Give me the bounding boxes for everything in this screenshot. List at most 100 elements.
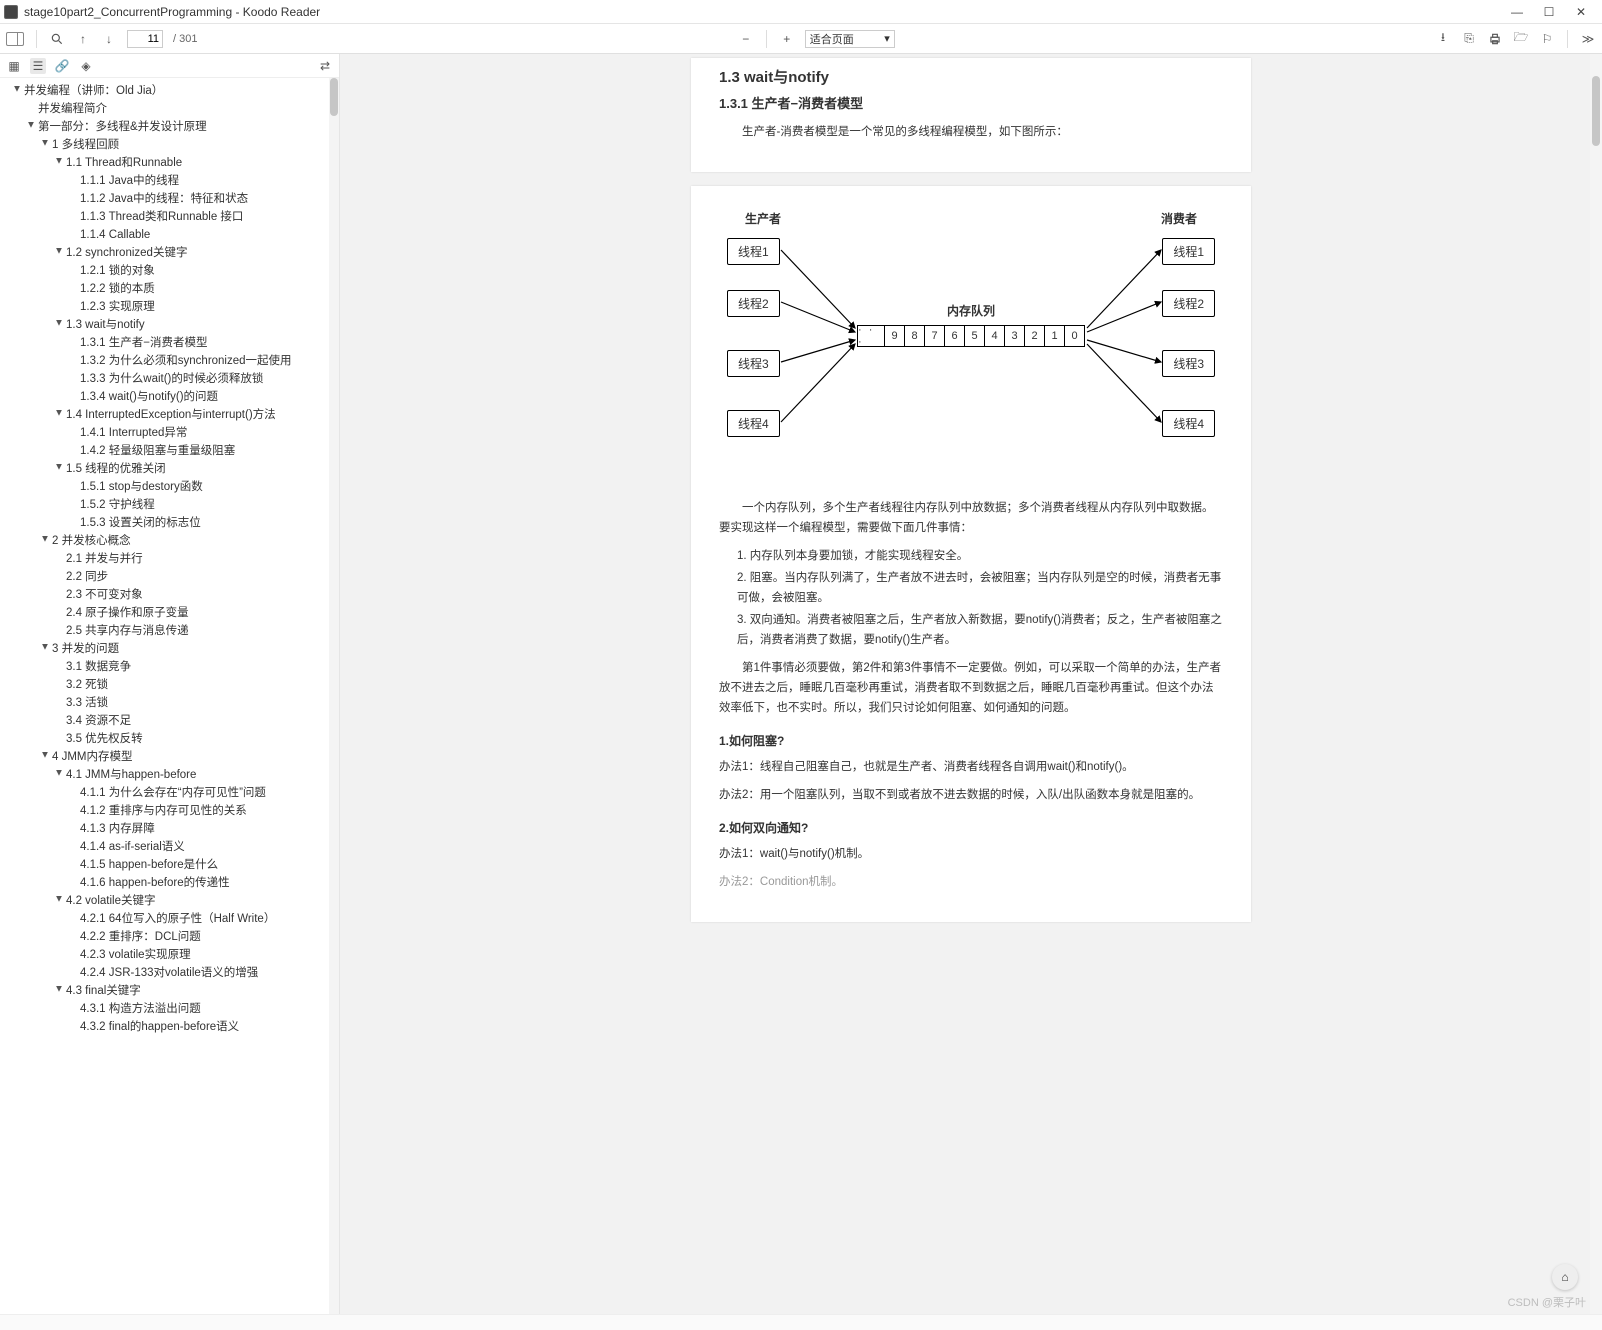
outline-item[interactable]: 4.3.1 构造方法溢出问题 [6,1000,339,1018]
outline-item[interactable]: 3.2 死锁 [6,676,339,694]
outline-item-label: 3 并发的问题 [52,643,119,655]
outline-item[interactable]: 1.1.2 Java中的线程：特征和状态 [6,190,339,208]
consumer-box: 线程2 [1162,290,1215,317]
zoom-select[interactable]: 适合页面 ▾ [805,30,895,48]
minimize-button[interactable]: — [1510,5,1524,19]
outline-item[interactable]: 1.2 synchronized关键字 [6,244,339,262]
outline-item[interactable]: 4 JMM内存模型 [6,748,339,766]
sidebar-toggle-icon[interactable] [6,32,24,46]
outline-item[interactable]: 4.1.3 内存屏障 [6,820,339,838]
outline-item[interactable]: 4.3.2 final的happen-before语义 [6,1018,339,1036]
outline-item[interactable]: 1.3.4 wait()与notify()的问题 [6,388,339,406]
outline-item[interactable]: 1.1 Thread和Runnable [6,154,339,172]
outline-item[interactable]: 4.2.3 volatile实现原理 [6,946,339,964]
heading-1: 1.3 wait与notify [719,66,1223,87]
outline-item[interactable]: 并发编程（讲师：Old Jia） [6,82,339,100]
outline-item[interactable]: 1.1.1 Java中的线程 [6,172,339,190]
outline-item[interactable]: 4.1.4 as-if-serial语义 [6,838,339,856]
outline-icon[interactable]: ☰ [30,58,46,74]
home-button[interactable]: ⌂ [1552,1264,1578,1290]
outline-item[interactable]: 1.3.3 为什么wait()的时候必须释放锁 [6,370,339,388]
outline-item[interactable]: 3.3 活锁 [6,694,339,712]
search-icon[interactable] [49,31,65,47]
prev-page-icon[interactable]: ↑ [75,31,91,47]
open-file-icon[interactable]: ⭳ [1435,31,1451,47]
outline-item-label: 2.1 并发与并行 [66,553,143,565]
outline-item[interactable]: 4.2 volatile关键字 [6,892,339,910]
outline-item[interactable]: 2.2 同步 [6,568,339,586]
outline-item[interactable]: 1.5.3 设置关闭的标志位 [6,514,339,532]
outline-item-label: 1.4.1 Interrupted异常 [80,427,187,439]
bookmark-icon[interactable]: ⚐ [1539,31,1555,47]
outline-item-label: 2 并发核心概念 [52,535,131,547]
outline-item[interactable]: 1.4.1 Interrupted异常 [6,424,339,442]
outline-item[interactable]: 1.5.2 守护线程 [6,496,339,514]
outline-item[interactable]: 1.1.4 Callable [6,226,339,244]
app-icon [4,5,18,19]
outline-item[interactable]: 1.5 线程的优雅关闭 [6,460,339,478]
outline-item-label: 1.1.2 Java中的线程：特征和状态 [80,193,248,205]
page: 1.3 wait与notify 1.3.1 生产者−消费者模型 生产者-消费者模… [691,58,1251,172]
outline-item[interactable]: 4.1.5 happen-before是什么 [6,856,339,874]
document-viewport[interactable]: 1.3 wait与notify 1.3.1 生产者−消费者模型 生产者-消费者模… [340,54,1602,1314]
outline-item[interactable]: 4.1.2 重排序与内存可见性的关系 [6,802,339,820]
zoom-out-icon[interactable]: − [738,31,754,47]
outline-item[interactable]: 并发编程简介 [6,100,339,118]
outline-item[interactable]: 1.5.1 stop与destory函数 [6,478,339,496]
next-page-icon[interactable]: ↓ [101,31,117,47]
layers-icon[interactable]: ◈ [78,58,94,74]
outline-item[interactable]: 4.2.1 64位写入的原子性（Half Write） [6,910,339,928]
outline-item[interactable]: 2 并发核心概念 [6,532,339,550]
outline-item[interactable]: 2.1 并发与并行 [6,550,339,568]
outline-item[interactable]: 2.5 共享内存与消息传递 [6,622,339,640]
scrollbar-thumb[interactable] [330,78,338,116]
outline-item[interactable]: 1.2.2 锁的本质 [6,280,339,298]
outline-item-label: 4.2.3 volatile实现原理 [80,949,191,961]
outline-item[interactable]: 1.4.2 轻量级阻塞与重量级阻塞 [6,442,339,460]
queue-cell: 8 [905,325,925,347]
outline-item[interactable]: 4.2.4 JSR-133对volatile语义的增强 [6,964,339,982]
outline-item[interactable]: 4.1.6 happen-before的传递性 [6,874,339,892]
divider [766,30,767,48]
outline-settings-icon[interactable]: ⇄ [317,58,333,74]
maximize-button[interactable]: ☐ [1542,5,1556,19]
outline-item-label: 4.3.1 构造方法溢出问题 [80,1003,201,1015]
outline-item[interactable]: 2.3 不可变对象 [6,586,339,604]
copy-icon[interactable]: ⎘ [1461,31,1477,47]
save-icon[interactable]: 🗁 [1513,31,1529,47]
outline-item[interactable]: 1.2.1 锁的对象 [6,262,339,280]
outline-item[interactable]: 3.4 资源不足 [6,712,339,730]
outline-panel[interactable]: 并发编程（讲师：Old Jia） 并发编程简介第一部分：多线程&并发设计原理1 多… [0,78,339,1314]
outline-item[interactable]: 1.3.1 生产者−消费者模型 [6,334,339,352]
more-icon[interactable]: ≫ [1580,31,1596,47]
outline-item[interactable]: 1.4 InterruptedException与interrupt()方法 [6,406,339,424]
outline-item[interactable]: 2.4 原子操作和原子变量 [6,604,339,622]
chevron-down-icon [40,535,52,547]
diagram-consumer-title: 消费者 [1161,210,1197,227]
outline-item[interactable]: 4.1 JMM与happen-before [6,766,339,784]
sidebar: ▦ ☰ 🔗 ◈ ⇄ 并发编程（讲师：Old Jia） 并发编程简介第一部分：多线程… [0,54,340,1314]
outline-item-label: 并发编程简介 [38,103,107,115]
outline-item[interactable]: 1.3.2 为什么必须和synchronized一起使用 [6,352,339,370]
outline-item-label: 1.2.1 锁的对象 [80,265,155,277]
outline-item[interactable]: 3.1 数据竞争 [6,658,339,676]
outline-item[interactable]: 4.1.1 为什么会存在“内存可见性”问题 [6,784,339,802]
zoom-in-icon[interactable]: + [779,31,795,47]
outline-item[interactable]: 1 多线程回顾 [6,136,339,154]
outline-item[interactable]: 4.3 final关键字 [6,982,339,1000]
outline-item[interactable]: 4.2.2 重排序：DCL问题 [6,928,339,946]
outline-item[interactable]: 3.5 优先权反转 [6,730,339,748]
outline-item-label: 1.4 InterruptedException与interrupt()方法 [66,409,276,421]
outline-item[interactable]: 第一部分：多线程&并发设计原理 [6,118,339,136]
page-number-input[interactable] [127,30,163,48]
outline-item[interactable]: 1.3 wait与notify [6,316,339,334]
thumbnails-icon[interactable]: ▦ [6,58,22,74]
attachments-icon[interactable]: 🔗 [54,58,70,74]
outline-item[interactable]: 1.1.3 Thread类和Runnable 接口 [6,208,339,226]
close-button[interactable]: ✕ [1574,5,1588,19]
print-icon[interactable] [1487,31,1503,47]
scrollbar-thumb[interactable] [1592,76,1600,146]
outline-item[interactable]: 3 并发的问题 [6,640,339,658]
outline-item[interactable]: 1.2.3 实现原理 [6,298,339,316]
producer-box: 线程4 [727,410,780,437]
